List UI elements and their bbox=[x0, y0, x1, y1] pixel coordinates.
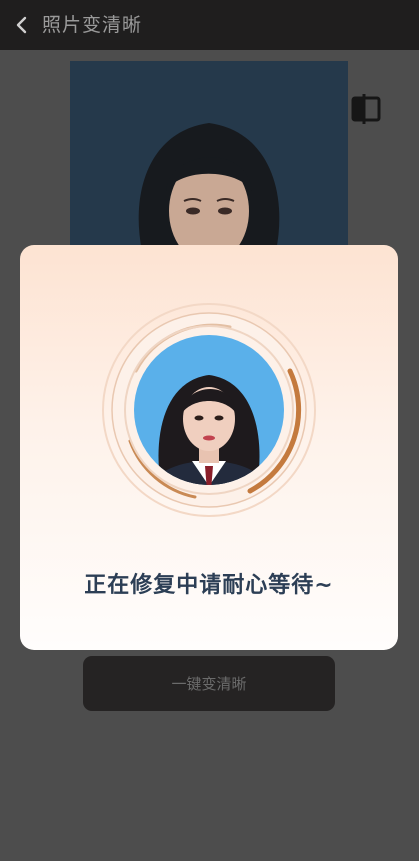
progress-dialog: 正在修复中请耐心等待~ bbox=[20, 245, 398, 650]
top-bar: 照片变清晰 bbox=[0, 0, 419, 50]
loading-ring bbox=[102, 303, 316, 517]
compare-icon[interactable] bbox=[350, 92, 384, 126]
page-title: 照片变清晰 bbox=[42, 14, 143, 36]
status-text: 正在修复中请耐心等待~ bbox=[84, 573, 334, 598]
enhance-button[interactable]: 一键变清晰 bbox=[83, 656, 335, 711]
chevron-left-icon[interactable] bbox=[10, 12, 36, 38]
source-photo bbox=[70, 61, 348, 251]
